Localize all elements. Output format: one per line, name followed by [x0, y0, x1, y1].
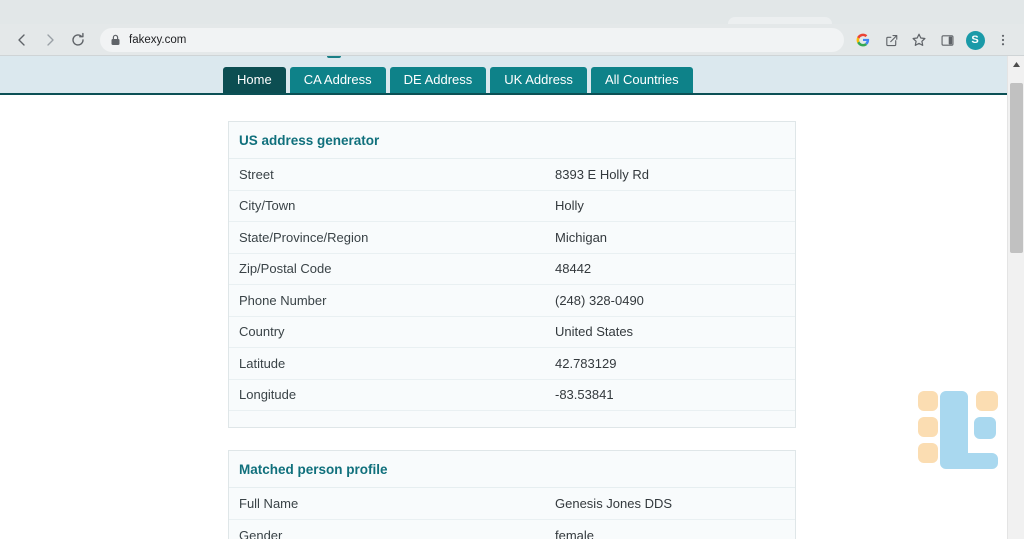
row-value: Genesis Jones DDS [555, 495, 673, 511]
table-row: Zip/Postal Code 48442 [229, 253, 795, 285]
scroll-up-arrow-icon[interactable] [1008, 56, 1024, 73]
row-label: Phone Number [239, 292, 327, 308]
row-value: female [555, 527, 595, 539]
row-value: Michigan [555, 229, 608, 245]
browser-tab[interactable] [728, 17, 832, 24]
site-navigation: Home CA Address DE Address UK Address Al… [223, 67, 693, 93]
row-value: 8393 E Holly Rd [555, 166, 649, 182]
nav-item-all-countries[interactable]: All Countries [590, 67, 693, 93]
card-title: US address generator [229, 122, 795, 159]
scrollbar-thumb[interactable] [1010, 83, 1023, 253]
table-row: Longitude -83.53841 [229, 379, 795, 411]
nav-item-label: DE Address [403, 72, 473, 87]
row-label: State/Province/Region [239, 229, 369, 245]
lock-icon [110, 34, 121, 46]
page-scrollbar[interactable] [1007, 56, 1024, 539]
toolbar-icon-group: S [850, 27, 1016, 53]
browser-chrome: fakexy.com S [0, 0, 1024, 56]
address-bar[interactable]: fakexy.com [100, 28, 844, 52]
row-label: Full Name [239, 495, 299, 511]
site-logo-partial [327, 56, 341, 58]
table-row: Country United States [229, 316, 795, 348]
table-row: Phone Number (248) 328-0490 [229, 285, 795, 317]
row-value: United States [555, 324, 634, 340]
forward-button[interactable] [36, 26, 64, 54]
table-row: Street 8393 E Holly Rd [229, 159, 795, 191]
row-label: Latitude [239, 355, 286, 371]
three-dot-menu-icon[interactable] [990, 27, 1016, 53]
share-icon[interactable] [878, 27, 904, 53]
site-header: Home CA Address DE Address UK Address Al… [0, 56, 1024, 95]
nav-item-label: UK Address [504, 72, 573, 87]
scrollbar-track[interactable] [1008, 73, 1024, 522]
nav-item-label: Home [237, 72, 272, 87]
table-row: State/Province/Region Michigan [229, 222, 795, 254]
row-value: -83.53841 [555, 387, 614, 403]
row-value: 48442 [555, 261, 592, 277]
google-g-icon[interactable] [850, 27, 876, 53]
table-row: Gender female [229, 519, 795, 539]
card-footer-spacer [229, 411, 795, 427]
nav-item-de-address[interactable]: DE Address [389, 67, 487, 93]
row-label: Country [239, 324, 285, 340]
avatar-initial: S [965, 30, 985, 50]
row-label: Street [239, 166, 274, 182]
nav-item-label: CA Address [303, 72, 372, 87]
card-title: Matched person profile [229, 451, 795, 488]
matched-person-profile-card: Matched person profile Full Name Genesis… [228, 450, 796, 539]
nav-item-label: All Countries [604, 72, 679, 87]
row-label: City/Town [239, 198, 296, 214]
nav-item-ca-address[interactable]: CA Address [289, 67, 386, 93]
nav-item-home[interactable]: Home [223, 67, 286, 93]
profile-avatar[interactable]: S [962, 27, 988, 53]
row-label: Zip/Postal Code [239, 261, 332, 277]
reload-button[interactable] [64, 26, 92, 54]
table-row: Latitude 42.783129 [229, 348, 795, 380]
site-watermark-logo [916, 387, 1004, 475]
row-label: Gender [239, 527, 283, 539]
side-panel-icon[interactable] [934, 27, 960, 53]
us-address-generator-card: US address generator Street 8393 E Holly… [228, 121, 796, 428]
page-viewport: Home CA Address DE Address UK Address Al… [0, 56, 1024, 539]
nav-item-uk-address[interactable]: UK Address [490, 67, 587, 93]
star-icon[interactable] [906, 27, 932, 53]
row-value: 42.783129 [555, 355, 617, 371]
row-value: Holly [555, 198, 584, 214]
browser-tabstrip [0, 0, 1024, 24]
page-content: US address generator Street 8393 E Holly… [0, 95, 1024, 539]
table-row: Full Name Genesis Jones DDS [229, 488, 795, 520]
row-value: (248) 328-0490 [555, 292, 644, 308]
table-row: City/Town Holly [229, 190, 795, 222]
row-label: Longitude [239, 387, 297, 403]
address-bar-text: fakexy.com [129, 34, 187, 46]
browser-toolbar: fakexy.com S [0, 24, 1024, 56]
back-button[interactable] [8, 26, 36, 54]
